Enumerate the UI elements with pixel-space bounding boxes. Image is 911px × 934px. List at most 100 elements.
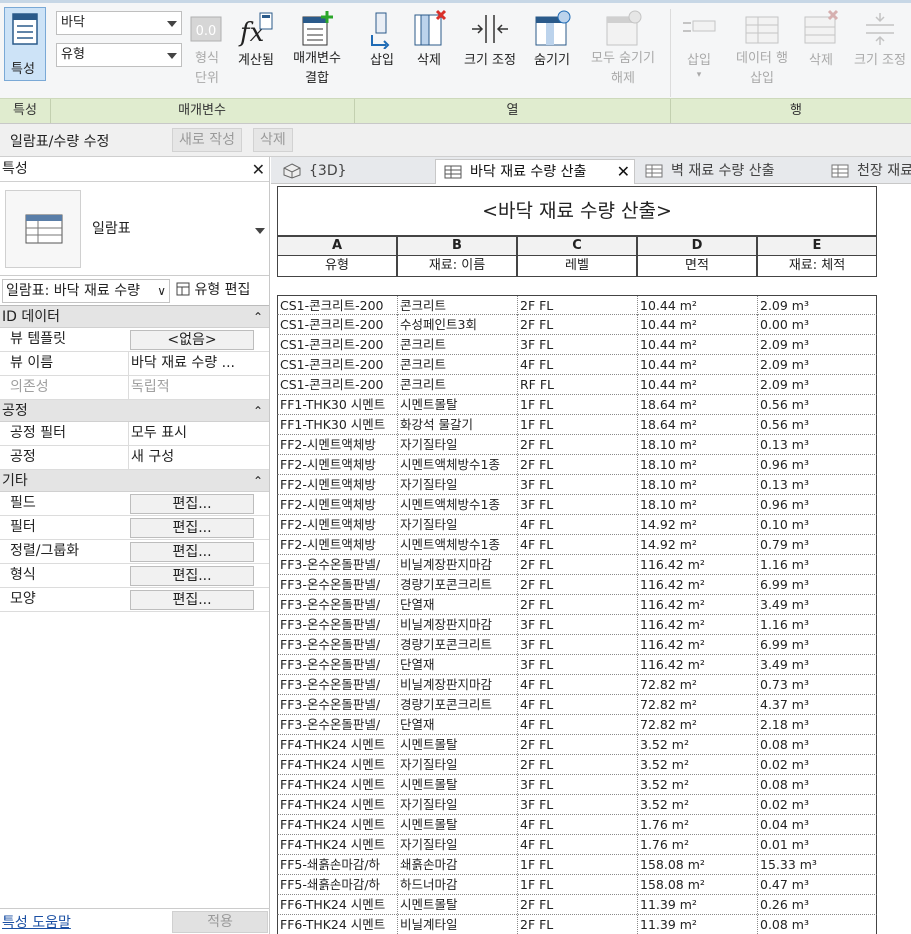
table-cell[interactable]: 0.56 m³ (758, 415, 878, 434)
column-delete-button[interactable]: 삭제 (408, 5, 450, 71)
table-cell[interactable]: 2.09 m³ (758, 335, 878, 354)
section-other[interactable]: 기타 ⌃ (0, 470, 269, 492)
table-cell[interactable]: 4.37 m³ (758, 695, 878, 714)
table-cell[interactable]: FF3-온수온돌판넬/ (278, 615, 398, 634)
table-cell[interactable]: FF3-온수온돌판넬/ (278, 575, 398, 594)
table-cell[interactable]: FF5-쇄흙손마감/하 (278, 875, 398, 894)
table-row[interactable]: FF2-시멘트액체방 시멘트액체방수1종 4F FL 14.92 m² 0.79 m³ (277, 535, 877, 555)
table-cell[interactable]: 자기질타일 (398, 435, 518, 454)
table-cell[interactable]: 0.56 m³ (758, 395, 878, 414)
table-cell[interactable]: 4F FL (518, 515, 638, 534)
table-cell[interactable]: 단열재 (398, 595, 518, 614)
table-cell[interactable]: 2F FL (518, 915, 638, 934)
table-row[interactable]: CS1-콘크리트-200 콘크리트 2F FL 10.44 m² 2.09 m³ (277, 295, 877, 315)
column-hide-button[interactable]: 숨기기 (527, 5, 577, 71)
table-cell[interactable]: 0.08 m³ (758, 915, 878, 934)
table-cell[interactable]: 15.33 m³ (758, 855, 878, 874)
table-row[interactable]: FF3-온수온돌판넬/경량기포콘크리트 2F FL 116.42 m² 6.99 m³ (277, 575, 877, 595)
table-cell[interactable]: 116.42 m² (638, 615, 758, 634)
table-cell[interactable]: 18.10 m² (638, 475, 758, 494)
edit-type-button[interactable]: 유형 편집 (174, 279, 250, 303)
table-cell[interactable]: 2F FL (518, 735, 638, 754)
table-cell[interactable]: 18.64 m² (638, 395, 758, 414)
table-cell[interactable]: 116.42 m² (638, 575, 758, 594)
table-cell[interactable]: 3F FL (518, 475, 638, 494)
table-cell[interactable]: 0.73 m³ (758, 675, 878, 694)
table-cell[interactable]: 3F FL (518, 775, 638, 794)
new-button[interactable]: 새로 작성 (172, 128, 242, 152)
table-cell[interactable]: 11.39 m² (638, 915, 758, 934)
tab-ceiling-material-takeoff[interactable]: 천장 재료 (823, 159, 911, 184)
table-cell[interactable]: 3F FL (518, 615, 638, 634)
table-cell[interactable]: 3.49 m³ (758, 595, 878, 614)
table-cell[interactable]: 경량기포콘크리트 (398, 575, 518, 594)
table-cell[interactable]: 경량기포콘크리트 (398, 635, 518, 654)
table-cell[interactable]: 2.09 m³ (758, 375, 878, 394)
section-identity[interactable]: ID 데이터 ⌃ (0, 306, 269, 328)
table-row[interactable]: FF2-시멘트액체방 자기질타일 4F FL 14.92 m² 0.10 m³ (277, 515, 877, 535)
table-cell[interactable]: 158.08 m² (638, 855, 758, 874)
table-cell[interactable]: 2.18 m³ (758, 715, 878, 734)
table-cell[interactable]: 10.44 m² (638, 335, 758, 354)
table-cell[interactable]: 3.52 m² (638, 795, 758, 814)
table-cell[interactable]: 자기질타일 (398, 475, 518, 494)
table-cell[interactable]: 2F FL (518, 575, 638, 594)
table-cell[interactable]: 3.49 m³ (758, 655, 878, 674)
table-cell[interactable]: 콘크리트 (398, 335, 518, 354)
column-letter[interactable]: D (637, 236, 757, 256)
table-cell[interactable]: CS1-콘크리트-200 (278, 296, 398, 315)
table-cell[interactable]: 3F FL (518, 495, 638, 514)
table-cell[interactable]: 116.42 m² (638, 595, 758, 614)
properties-button[interactable]: 특성 (4, 7, 46, 81)
table-cell[interactable]: 0.13 m³ (758, 435, 878, 454)
table-cell[interactable]: 수성페인트3회 (398, 315, 518, 334)
table-cell[interactable]: CS1-콘크리트-200 (278, 375, 398, 394)
table-cell[interactable]: 2F FL (518, 755, 638, 774)
table-row[interactable]: FF3-온수온돌판넬/비닐계장판지마감 3F FL 116.42 m² 1.16 m³ (277, 615, 877, 635)
table-row[interactable]: FF3-온수온돌판넬/단열재 3F FL 116.42 m² 3.49 m³ (277, 655, 877, 675)
table-cell[interactable]: 1F FL (518, 395, 638, 414)
table-row[interactable]: FF4-THK24 시멘트 자기질타일 3F FL 3.52 m² 0.02 m³ (277, 795, 877, 815)
tab-3d[interactable]: {3D} (275, 159, 433, 184)
properties-help-link[interactable]: 특성 도움말 (2, 912, 71, 932)
table-cell[interactable]: 10.44 m² (638, 375, 758, 394)
table-cell[interactable]: 10.44 m² (638, 355, 758, 374)
table-cell[interactable]: 자기질타일 (398, 795, 518, 814)
table-cell[interactable]: 2F FL (518, 455, 638, 474)
table-cell[interactable]: 0.08 m³ (758, 775, 878, 794)
column-letter[interactable]: A (277, 236, 397, 256)
table-cell[interactable]: FF3-온수온돌판넬/ (278, 675, 398, 694)
table-cell[interactable]: 비닐계장판지마감 (398, 555, 518, 574)
column-header[interactable]: 유형 (277, 256, 397, 277)
table-cell[interactable]: 3F FL (518, 635, 638, 654)
apply-button[interactable]: 적용 (172, 911, 268, 933)
table-cell[interactable]: FF2-시멘트액체방 (278, 495, 398, 514)
table-cell[interactable]: 0.00 m³ (758, 315, 878, 334)
table-cell[interactable]: FF4-THK24 시멘트 (278, 815, 398, 834)
filter-edit-button[interactable]: 편집... (130, 518, 254, 538)
table-cell[interactable]: 자기질타일 (398, 835, 518, 854)
column-letter[interactable]: C (517, 236, 637, 256)
column-letter[interactable]: E (757, 236, 877, 256)
table-cell[interactable]: 1F FL (518, 855, 638, 874)
table-cell[interactable]: RF FL (518, 375, 638, 394)
table-cell[interactable]: FF4-THK24 시멘트 (278, 795, 398, 814)
table-cell[interactable]: 시멘트몰탈 (398, 895, 518, 914)
table-cell[interactable]: FF4-THK24 시멘트 (278, 755, 398, 774)
table-cell[interactable]: FF2-시멘트액체방 (278, 475, 398, 494)
table-row[interactable]: CS1-콘크리트-200 콘크리트 RF FL 10.44 m² 2.09 m³ (277, 375, 877, 395)
table-cell[interactable]: 0.13 m³ (758, 475, 878, 494)
table-row[interactable]: FF2-시멘트액체방 시멘트액체방수1종 2F FL 18.10 m² 0.96 m³ (277, 455, 877, 475)
table-cell[interactable]: 비닐계장판지마감 (398, 615, 518, 634)
table-row[interactable]: FF2-시멘트액체방 자기질타일 2F FL 18.10 m² 0.13 m³ (277, 435, 877, 455)
table-row[interactable]: FF2-시멘트액체방 자기질타일 3F FL 18.10 m² 0.13 m³ (277, 475, 877, 495)
close-icon[interactable]: ✕ (252, 157, 265, 182)
table-cell[interactable]: 콘크리트 (398, 375, 518, 394)
column-header[interactable]: 재료: 이름 (397, 256, 517, 277)
table-cell[interactable]: 14.92 m² (638, 535, 758, 554)
column-header[interactable]: 재료: 체적 (757, 256, 877, 277)
table-row[interactable]: FF4-THK24 시멘트 자기질타일 4F FL 1.76 m² 0.01 m³ (277, 835, 877, 855)
table-cell[interactable]: 2F FL (518, 555, 638, 574)
table-cell[interactable]: 1F FL (518, 415, 638, 434)
column-header[interactable]: 면적 (637, 256, 757, 277)
